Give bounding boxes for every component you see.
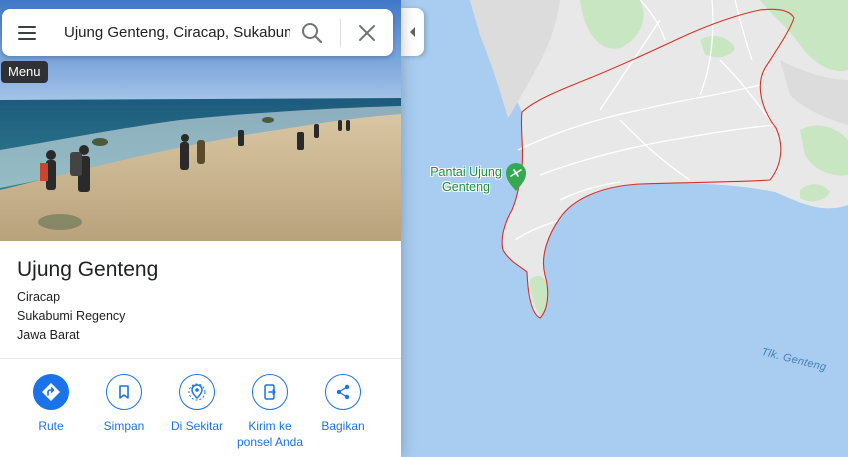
directions-icon bbox=[33, 374, 69, 410]
maps-app: Pantai Ujung Genteng Tlk. Genteng Ujung … bbox=[0, 0, 848, 457]
side-panel: Ujung Genteng, Ciracap, Sukabumi Menu Uj… bbox=[0, 0, 401, 457]
send-to-phone-icon bbox=[252, 374, 288, 410]
save-button[interactable]: Simpan bbox=[87, 374, 161, 434]
address-line: Sukabumi Regency bbox=[17, 309, 126, 323]
action-label: Di Sekitar bbox=[170, 419, 223, 433]
nearby-button[interactable]: Di Sekitar bbox=[160, 374, 234, 434]
action-label: Kirim ke ponsel Anda bbox=[236, 419, 304, 449]
chevron-left-icon bbox=[410, 27, 415, 37]
close-icon[interactable] bbox=[354, 20, 380, 46]
search-divider bbox=[340, 19, 341, 47]
divider bbox=[0, 358, 401, 359]
send-to-phone-button[interactable]: Kirim ke ponsel Anda bbox=[233, 374, 307, 450]
action-label: Simpan bbox=[103, 419, 145, 433]
action-label: Rute bbox=[38, 419, 64, 433]
address-line: Ciracap bbox=[17, 290, 61, 304]
place-title: Ujung Genteng bbox=[17, 258, 159, 281]
bookmark-icon bbox=[106, 374, 142, 410]
share-button[interactable]: Bagikan bbox=[306, 374, 380, 434]
share-icon bbox=[325, 374, 361, 410]
search-input[interactable]: Ujung Genteng, Ciracap, Sukabumi bbox=[64, 21, 290, 45]
search-icon[interactable] bbox=[299, 20, 325, 46]
action-label: Bagikan bbox=[321, 419, 365, 433]
collapse-panel-button[interactable] bbox=[401, 8, 424, 56]
poi-label[interactable]: Pantai Ujung Genteng bbox=[418, 165, 514, 195]
menu-button[interactable] bbox=[8, 15, 44, 51]
search-box: Ujung Genteng, Ciracap, Sukabumi bbox=[2, 9, 393, 56]
menu-tooltip: Menu bbox=[1, 61, 48, 83]
nearby-icon bbox=[179, 374, 215, 410]
directions-button[interactable]: Rute bbox=[14, 374, 88, 434]
address-line: Jawa Barat bbox=[17, 328, 80, 342]
